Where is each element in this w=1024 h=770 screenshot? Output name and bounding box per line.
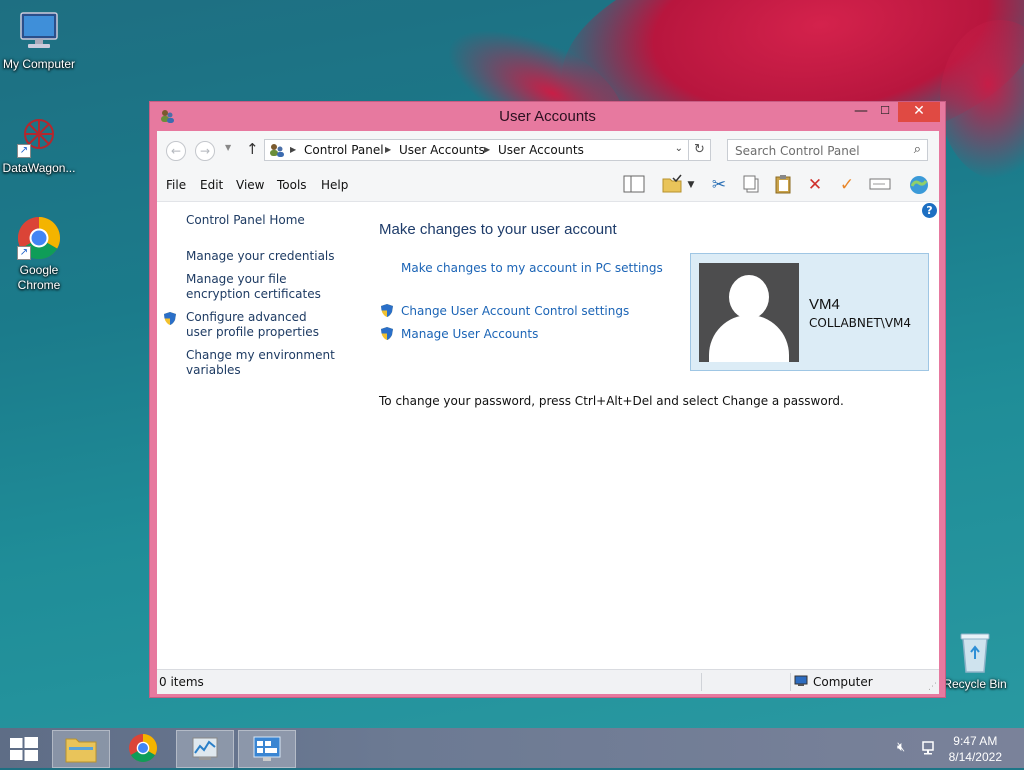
monitor-icon: [17, 10, 61, 54]
page-title: Make changes to your user account: [379, 221, 617, 238]
up-button[interactable]: ↑: [246, 140, 259, 158]
address-dropdown-icon[interactable]: ⌄: [675, 143, 683, 154]
password-note: To change your password, press Ctrl+Alt+…: [379, 394, 844, 408]
status-location: Computer: [813, 675, 873, 689]
change-environment-variables-link[interactable]: Change my environment variables: [186, 348, 336, 378]
uac-settings-link[interactable]: Change User Account Control settings: [401, 304, 629, 318]
recent-pages-dropdown[interactable]: ▼: [225, 143, 231, 152]
breadcrumb-separator-icon: ▶: [290, 145, 297, 154]
control-panel-icon: [253, 736, 281, 761]
window-title: User Accounts: [499, 108, 596, 125]
control-panel-icon: [270, 144, 284, 157]
menu-tools[interactable]: Tools: [277, 178, 307, 192]
shield-icon: [381, 304, 393, 317]
user-accounts-window: User Accounts — ☐ ✕ ← → ▼ ↑ ▶ Control Pa…: [149, 101, 946, 698]
performance-monitor-icon: [192, 737, 218, 760]
taskbar-chrome[interactable]: [114, 730, 172, 768]
desktop-icon-datawagon[interactable]: ↗ DataWagon...: [0, 114, 79, 176]
breadcrumb-separator-icon[interactable]: ▶: [385, 145, 391, 154]
refresh-button[interactable]: ↻: [689, 139, 711, 161]
item-count: 0 items: [159, 675, 204, 689]
layout-pane-icon[interactable]: [622, 174, 646, 196]
window-titlebar[interactable]: User Accounts — ☐ ✕: [150, 102, 945, 130]
shortcut-arrow-icon: ↗: [17, 144, 31, 158]
rename-icon[interactable]: [868, 174, 892, 196]
start-button[interactable]: [10, 737, 38, 761]
status-divider: [790, 673, 791, 691]
user-domain: COLLABNET\VM4: [809, 316, 912, 330]
shield-icon: [164, 312, 176, 325]
cut-icon[interactable]: ✂: [707, 174, 731, 196]
menu-bar: File Edit View Tools Help ▼ ✂ ✕ ✓: [157, 169, 939, 202]
close-button[interactable]: ✕: [898, 102, 940, 122]
manage-user-accounts-link[interactable]: Manage User Accounts: [401, 327, 538, 341]
desktop-icon-label: DataWagon...: [2, 161, 76, 175]
folder-options-dropdown-icon[interactable]: ▼: [685, 174, 697, 196]
clock-time: 9:47 AM: [953, 734, 998, 748]
desktop-icon-my-computer[interactable]: My Computer: [0, 10, 79, 72]
status-divider: [701, 673, 702, 691]
menu-file[interactable]: File: [166, 178, 186, 192]
breadcrumb-user-accounts-current[interactable]: User Accounts: [498, 143, 584, 157]
chrome-icon: [129, 734, 157, 762]
desktop-icon-label: Recycle Bin: [943, 677, 1007, 691]
address-bar[interactable]: ▶ Control Panel ▶ User Accounts ▶ User A…: [264, 139, 689, 161]
datawagon-icon: ↗: [17, 114, 61, 158]
resize-grip-icon[interactable]: ⋰: [928, 682, 937, 692]
taskbar-control-panel[interactable]: [238, 730, 296, 768]
forward-button[interactable]: →: [195, 141, 215, 161]
search-icon[interactable]: ⌕: [914, 142, 921, 157]
delete-icon[interactable]: ✕: [803, 174, 827, 196]
desktop-icon-recycle-bin[interactable]: Recycle Bin: [935, 630, 1015, 692]
taskbar-resource-monitor[interactable]: [176, 730, 234, 768]
network-icon[interactable]: [921, 740, 937, 756]
taskbar-file-explorer[interactable]: [52, 730, 110, 768]
user-name: VM4: [809, 296, 840, 313]
status-bar: 0 items Computer ⋰: [157, 669, 939, 694]
desktop-icon-label: Google Chrome: [17, 263, 61, 292]
menu-help[interactable]: Help: [321, 178, 348, 192]
desktop-icon-google-chrome[interactable]: ↗ Google Chrome: [0, 216, 79, 293]
search-input[interactable]: Search Control Panel: [735, 144, 860, 158]
window-client-area: ← → ▼ ↑ ▶ Control Panel ▶ User Accounts …: [157, 131, 939, 694]
control-panel-home-link[interactable]: Control Panel Home: [186, 213, 351, 228]
user-account-card: VM4 COLLABNET\VM4: [690, 253, 929, 371]
paste-icon[interactable]: [771, 174, 795, 196]
internet-icon[interactable]: [907, 174, 931, 196]
navigation-bar: ← → ▼ ↑ ▶ Control Panel ▶ User Accounts …: [157, 131, 939, 169]
pc-settings-link[interactable]: Make changes to my account in PC setting…: [401, 261, 663, 275]
maximize-button[interactable]: ☐: [870, 102, 900, 122]
breadcrumb-control-panel[interactable]: Control Panel: [304, 143, 384, 157]
avatar: [699, 263, 799, 362]
help-icon[interactable]: ?: [922, 203, 937, 218]
manage-credentials-link[interactable]: Manage your credentials: [186, 249, 351, 264]
breadcrumb-user-accounts[interactable]: User Accounts: [399, 143, 485, 157]
folder-options-icon[interactable]: [660, 174, 684, 196]
properties-check-icon[interactable]: ✓: [835, 174, 859, 196]
manage-encryption-certificates-link[interactable]: Manage your file encryption certificates: [186, 272, 346, 302]
clock-date: 8/14/2022: [948, 750, 1002, 764]
menu-view[interactable]: View: [236, 178, 264, 192]
recycle-bin-icon: [953, 630, 997, 674]
back-button[interactable]: ←: [166, 141, 186, 161]
search-box[interactable]: Search Control Panel ⌕: [727, 139, 928, 161]
breadcrumb-separator-icon[interactable]: ▶: [484, 145, 490, 154]
shield-icon: [381, 327, 393, 340]
computer-icon: [794, 675, 808, 686]
copy-icon[interactable]: [739, 174, 763, 196]
desktop-icon-label: My Computer: [2, 57, 76, 71]
shortcut-arrow-icon: ↗: [17, 246, 31, 260]
chrome-icon: ↗: [17, 216, 61, 260]
menu-edit[interactable]: Edit: [200, 178, 223, 192]
file-explorer-icon: [65, 738, 97, 763]
system-clock[interactable]: 9:47 AM 8/14/2022: [949, 733, 1002, 765]
taskbar: 🔇︎ 9:47 AM 8/14/2022: [0, 728, 1024, 768]
volume-muted-icon[interactable]: 🔇︎: [897, 740, 905, 755]
configure-profile-properties-link[interactable]: Configure advanced user profile properti…: [186, 310, 336, 340]
